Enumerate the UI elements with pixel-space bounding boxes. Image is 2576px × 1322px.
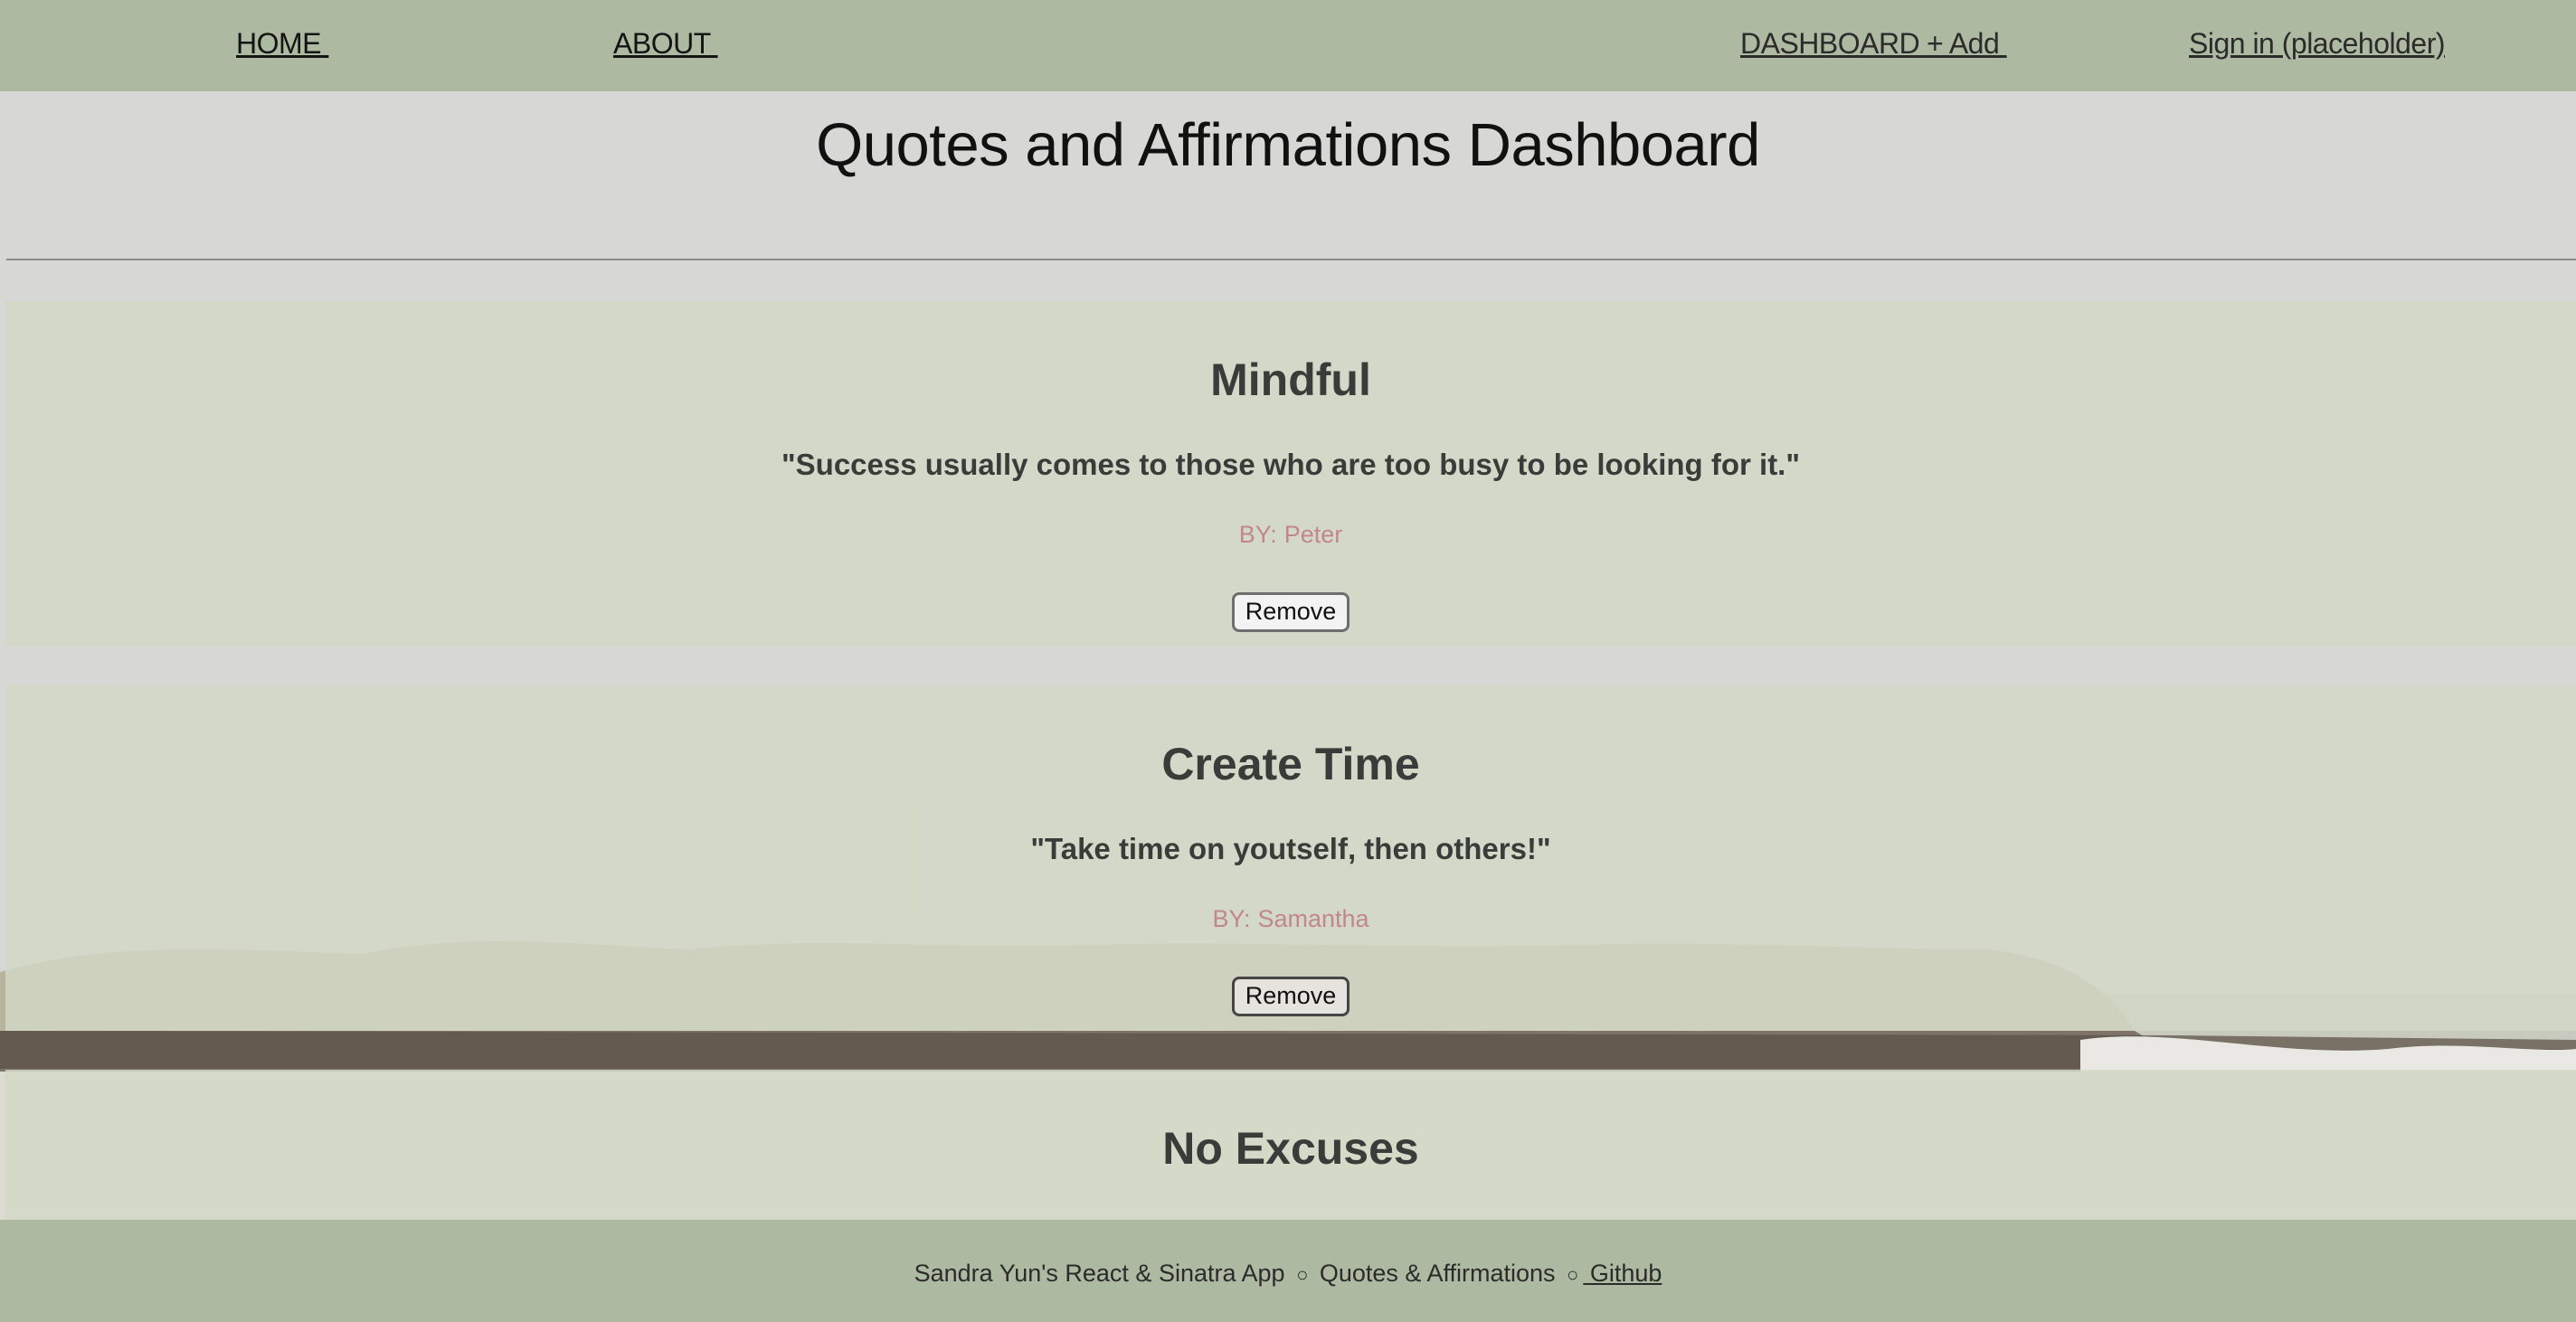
top-navbar: HOME ABOUT DASHBOARD + Add Sign in (plac… bbox=[0, 0, 2576, 91]
quote-card: Mindful "Success usually comes to those … bbox=[5, 301, 2576, 647]
footer-credit: Sandra Yun's React & Sinatra App bbox=[914, 1260, 1285, 1287]
page-title: Quotes and Affirmations Dashboard bbox=[816, 111, 1760, 179]
quote-card: Create Time "Take time on youtself, then… bbox=[5, 685, 2576, 1031]
nav-sign-in-link[interactable]: Sign in (placeholder) bbox=[2189, 27, 2446, 61]
circle-bullet-icon: ○ bbox=[1567, 1263, 1579, 1286]
remove-button[interactable]: Remove bbox=[1231, 592, 1350, 632]
author-by-label: BY: bbox=[1212, 905, 1251, 932]
nav-home-link[interactable]: HOME bbox=[236, 27, 328, 61]
author-name: Samantha bbox=[1257, 905, 1369, 932]
footer-github-link[interactable]: Github bbox=[1583, 1260, 1662, 1287]
footer-text: Sandra Yun's React & Sinatra App ○ Quote… bbox=[0, 1260, 2576, 1288]
nav-about-link[interactable]: ABOUT bbox=[613, 27, 718, 61]
author-by-label: BY: bbox=[1238, 521, 1277, 548]
quote-author: BY: Samantha bbox=[5, 905, 2576, 933]
quote-category: Create Time bbox=[1161, 739, 1420, 789]
remove-button[interactable]: Remove bbox=[1231, 977, 1350, 1016]
quote-category: Mindful bbox=[1210, 354, 1371, 405]
page-footer: Sandra Yun's React & Sinatra App ○ Quote… bbox=[0, 1220, 2576, 1322]
footer-app-name: Quotes & Affirmations bbox=[1319, 1260, 1556, 1287]
quote-category: No Excuses bbox=[1162, 1123, 1419, 1174]
quote-text: "Take time on youtself, then others!" bbox=[1030, 832, 1551, 865]
remove-button-wrap: Remove bbox=[5, 977, 2576, 1016]
nav-dashboard-link[interactable]: DASHBOARD bbox=[1740, 27, 1927, 61]
title-divider bbox=[6, 259, 2576, 260]
circle-bullet-icon: ○ bbox=[1296, 1263, 1309, 1286]
author-name: Peter bbox=[1283, 521, 1343, 548]
quote-card: No Excuses bbox=[5, 1070, 2576, 1220]
quote-author: BY: Peter bbox=[5, 521, 2576, 549]
quote-text: "Success usually comes to those who are … bbox=[781, 448, 1800, 481]
nav-add-link[interactable]: + Add bbox=[1927, 27, 2007, 61]
remove-button-wrap: Remove bbox=[5, 592, 2576, 632]
